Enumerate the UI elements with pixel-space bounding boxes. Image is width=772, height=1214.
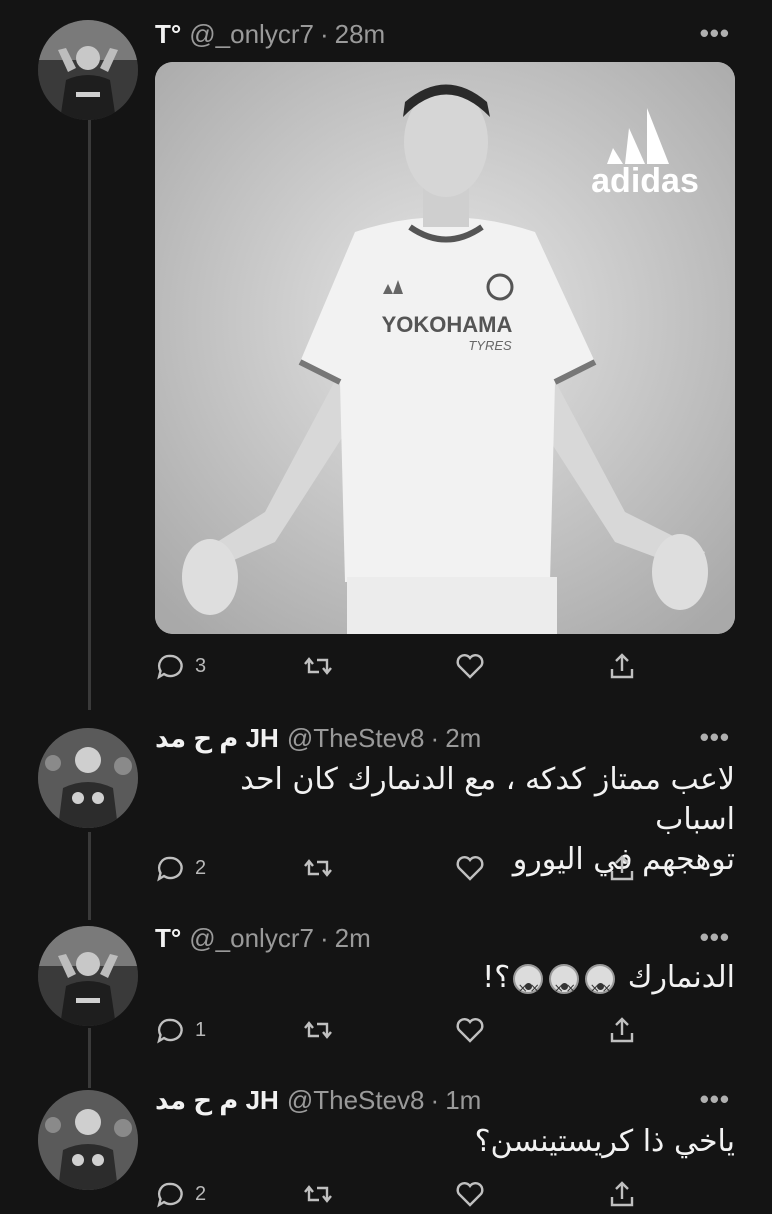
- retweet-icon: [304, 1021, 332, 1039]
- tweet[interactable]: T° @_onlycr7 · 2m ••• الدنمارك ؟! 1: [0, 910, 772, 1070]
- tweet[interactable]: T° @_onlycr7 · 28m ••• YOKOHAMA TYRES ad…: [0, 0, 772, 712]
- separator: ·: [319, 922, 329, 953]
- share-icon: [610, 855, 634, 881]
- tweet-text: ياخي ذا كريستينسن؟: [474, 1124, 735, 1159]
- like-icon: [456, 654, 484, 679]
- reply-button[interactable]: 2: [155, 1174, 206, 1214]
- tweet-actions: 2: [155, 848, 655, 888]
- timestamp[interactable]: 2m: [335, 923, 371, 954]
- retweet-button[interactable]: [303, 848, 333, 888]
- tweet-media-image[interactable]: YOKOHAMA TYRES adidas: [155, 62, 735, 634]
- share-button[interactable]: [607, 1174, 637, 1214]
- avatar[interactable]: [38, 20, 138, 120]
- reply-icon: [157, 1182, 183, 1208]
- display-name[interactable]: م ح مد JH: [155, 1085, 279, 1116]
- share-button[interactable]: [607, 1010, 637, 1050]
- share-icon: [610, 1017, 634, 1043]
- tweet-text-word: الدنمارك: [627, 960, 735, 995]
- dizzy-face-icon: [549, 963, 580, 1008]
- reply-icon: [157, 856, 183, 882]
- tweet-text-line: لاعب ممتاز كدكه ، مع الدنمارك كان احد اس…: [240, 762, 735, 837]
- separator: ·: [319, 18, 329, 49]
- display-name[interactable]: م ح مد JH: [155, 723, 279, 754]
- timestamp[interactable]: 1m: [445, 1085, 481, 1116]
- separator: ·: [430, 1084, 440, 1115]
- tweet[interactable]: م ح مد JH @TheStev8 · 1m ••• ياخي ذا كري…: [0, 1074, 772, 1208]
- tweet-text: الدنمارك ؟!: [155, 958, 735, 1008]
- user-handle[interactable]: @TheStev8: [287, 723, 425, 754]
- retweet-icon: [304, 859, 332, 877]
- reply-count: 2: [195, 1182, 207, 1205]
- reply-count: 2: [195, 856, 207, 879]
- user-handle[interactable]: @_onlycr7: [189, 923, 314, 954]
- shirt-sponsor-sub: TYRES: [468, 338, 512, 353]
- reply-button[interactable]: 3: [155, 646, 206, 686]
- avatar[interactable]: [38, 728, 138, 828]
- like-button[interactable]: [455, 1010, 485, 1050]
- share-button[interactable]: [607, 848, 637, 888]
- share-icon: [610, 1181, 634, 1207]
- like-icon: [456, 1182, 484, 1207]
- like-button[interactable]: [455, 1174, 485, 1214]
- display-name[interactable]: T°: [155, 19, 181, 50]
- like-icon: [456, 856, 484, 881]
- dizzy-face-icon: [513, 963, 544, 1008]
- avatar[interactable]: [38, 1090, 138, 1190]
- user-handle[interactable]: @_onlycr7: [189, 19, 314, 50]
- reply-button[interactable]: 1: [155, 1010, 206, 1050]
- retweet-button[interactable]: [303, 646, 333, 686]
- reply-count: 1: [195, 1018, 207, 1041]
- dizzy-face-icon: [585, 963, 616, 1008]
- timestamp[interactable]: 28m: [335, 19, 386, 50]
- reply-button[interactable]: 2: [155, 848, 206, 888]
- avatar[interactable]: [38, 926, 138, 1026]
- more-options-icon[interactable]: •••: [700, 722, 730, 753]
- tweet-actions: 1: [155, 1010, 655, 1050]
- brand-logo-text: adidas: [591, 162, 699, 200]
- reply-count: 3: [195, 654, 207, 677]
- timestamp[interactable]: 2m: [445, 723, 481, 754]
- more-options-icon[interactable]: •••: [700, 922, 730, 953]
- like-button[interactable]: [455, 646, 485, 686]
- user-handle[interactable]: @TheStev8: [287, 1085, 425, 1116]
- retweet-icon: [304, 1185, 332, 1203]
- tweet[interactable]: م ح مد JH @TheStev8 · 2m ••• لاعب ممتاز …: [0, 712, 772, 908]
- display-name[interactable]: T°: [155, 923, 181, 954]
- share-icon: [610, 653, 634, 679]
- retweet-button[interactable]: [303, 1010, 333, 1050]
- share-button[interactable]: [607, 646, 637, 686]
- shirt-sponsor: YOKOHAMA: [382, 312, 513, 337]
- separator: ·: [430, 722, 440, 753]
- reply-icon: [157, 1018, 183, 1044]
- reply-icon: [157, 654, 183, 680]
- tweet-actions: 2: [155, 1174, 655, 1214]
- more-options-icon[interactable]: •••: [700, 18, 730, 49]
- retweet-button[interactable]: [303, 1174, 333, 1214]
- like-icon: [456, 1018, 484, 1043]
- like-button[interactable]: [455, 848, 485, 888]
- tweet-text-punctuation: ؟!: [482, 960, 511, 995]
- retweet-icon: [304, 657, 332, 675]
- more-options-icon[interactable]: •••: [700, 1084, 730, 1115]
- tweet-actions: 3: [155, 646, 655, 686]
